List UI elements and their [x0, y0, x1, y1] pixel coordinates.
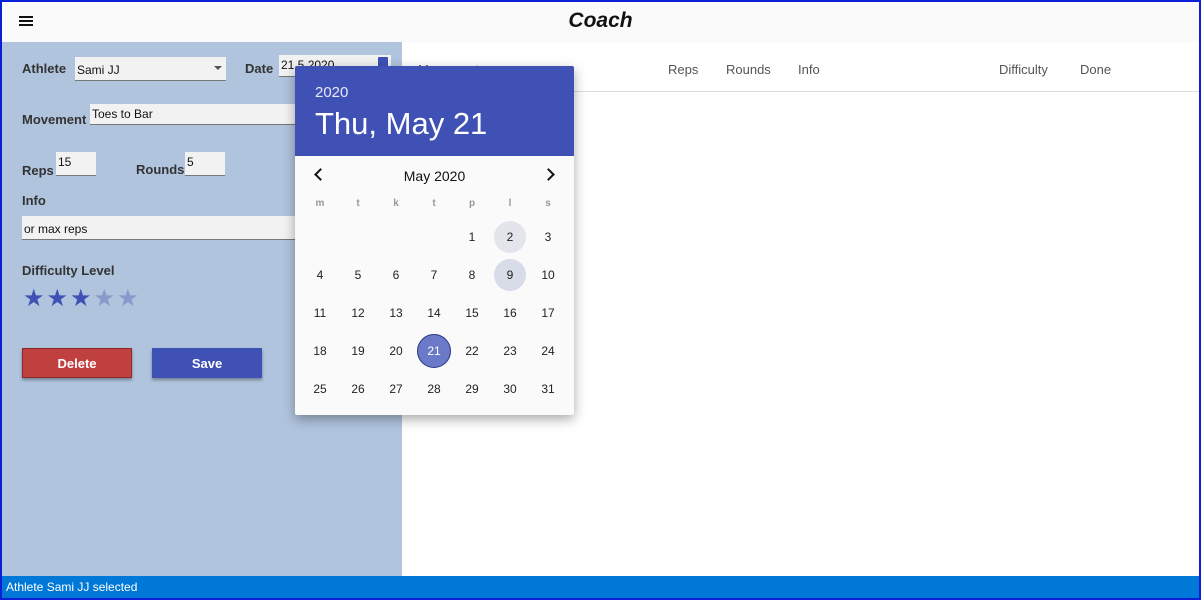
- athlete-select[interactable]: Sami JJ: [75, 57, 226, 81]
- app-header: Coach: [2, 2, 1199, 42]
- save-button[interactable]: Save: [152, 348, 262, 378]
- weekday-label: s: [545, 198, 551, 209]
- star-icon[interactable]: ★: [70, 287, 92, 311]
- weekday-header: mtktpls: [301, 198, 567, 209]
- calendar-day[interactable]: 7: [415, 256, 453, 294]
- column-info[interactable]: Info: [798, 62, 820, 77]
- picker-selected-date: Thu, May 21: [315, 106, 488, 141]
- calendar-day[interactable]: 2: [491, 218, 529, 256]
- weekday-label: k: [393, 198, 399, 209]
- info-label: Info: [22, 193, 46, 208]
- picker-year[interactable]: 2020: [315, 84, 348, 101]
- chevron-down-icon: [214, 66, 222, 70]
- calendar-day[interactable]: 28: [415, 370, 453, 408]
- picker-month-label: May 2020: [403, 168, 466, 184]
- calendar-day[interactable]: 11: [301, 294, 339, 332]
- column-rounds[interactable]: Rounds: [726, 62, 771, 77]
- calendar-day[interactable]: 13: [377, 294, 415, 332]
- status-bar: Athlete Sami JJ selected: [2, 576, 1199, 598]
- column-difficulty[interactable]: Difficulty: [999, 62, 1048, 77]
- weekday-label: t: [432, 198, 436, 209]
- calendar-day[interactable]: 10: [529, 256, 567, 294]
- calendar-day[interactable]: 18: [301, 332, 339, 370]
- day-grid: 1 2 3 4 5 6 7 8 9 10 11 12 13 14 15 16 17 18 19 20 21 22 23 24 2…: [301, 218, 567, 408]
- calendar-day[interactable]: 9: [491, 256, 529, 294]
- difficulty-label: Difficulty Level: [22, 263, 115, 278]
- app-window: Coach Athlete Sami JJ Date 21.5.2020 Mov…: [0, 0, 1201, 600]
- column-reps[interactable]: Reps: [668, 62, 698, 77]
- rounds-field[interactable]: 5: [185, 152, 225, 176]
- star-icon[interactable]: ★: [23, 287, 45, 311]
- calendar-day[interactable]: 19: [339, 332, 377, 370]
- calendar-day[interactable]: 16: [491, 294, 529, 332]
- delete-button[interactable]: Delete: [22, 348, 132, 378]
- calendar-day[interactable]: 3: [529, 218, 567, 256]
- calendar-day[interactable]: 31: [529, 370, 567, 408]
- calendar-day[interactable]: 29: [453, 370, 491, 408]
- star-icon[interactable]: ★: [117, 287, 139, 311]
- calendar-empty-cell: [301, 218, 339, 256]
- reps-label: Reps: [22, 163, 54, 178]
- calendar-day[interactable]: 30: [491, 370, 529, 408]
- star-icon[interactable]: ★: [94, 287, 116, 311]
- calendar-day[interactable]: 1: [453, 218, 491, 256]
- calendar-empty-cell: [339, 218, 377, 256]
- date-picker-header: 2020 Thu, May 21: [295, 66, 574, 156]
- calendar-day[interactable]: 20: [377, 332, 415, 370]
- calendar-day[interactable]: 15: [453, 294, 491, 332]
- date-picker-popup: 2020 Thu, May 21 May 2020 mtktpls 123456…: [295, 66, 574, 415]
- weekday-label: m: [315, 198, 325, 209]
- calendar-day[interactable]: 21: [415, 332, 453, 370]
- calendar-day[interactable]: 14: [415, 294, 453, 332]
- calendar-day[interactable]: 5: [339, 256, 377, 294]
- star-icon[interactable]: ★: [47, 287, 69, 311]
- calendar-empty-cell: [377, 218, 415, 256]
- weekday-label: t: [356, 198, 360, 209]
- chevron-right-icon[interactable]: [542, 167, 558, 183]
- calendar-day[interactable]: 27: [377, 370, 415, 408]
- app-title: Coach: [568, 9, 633, 32]
- difficulty-rating[interactable]: ★ ★ ★ ★ ★: [23, 287, 139, 311]
- calendar-day[interactable]: 4: [301, 256, 339, 294]
- calendar-day[interactable]: 22: [453, 332, 491, 370]
- calendar-day[interactable]: 23: [491, 332, 529, 370]
- calendar-day[interactable]: 6: [377, 256, 415, 294]
- date-label: Date: [245, 61, 274, 76]
- calendar-day[interactable]: 17: [529, 294, 567, 332]
- athlete-select-value: Sami JJ: [77, 63, 120, 77]
- weekday-label: p: [468, 198, 476, 209]
- athlete-label: Athlete: [22, 61, 67, 76]
- calendar-day[interactable]: 25: [301, 370, 339, 408]
- calendar-day[interactable]: 26: [339, 370, 377, 408]
- rounds-label: Rounds: [136, 162, 185, 177]
- calendar-empty-cell: [415, 218, 453, 256]
- column-done[interactable]: Done: [1080, 62, 1111, 77]
- movement-label: Movement: [22, 112, 87, 127]
- calendar-day[interactable]: 24: [529, 332, 567, 370]
- reps-field[interactable]: 15: [56, 152, 96, 176]
- calendar-day[interactable]: 8: [453, 256, 491, 294]
- calendar-day[interactable]: 12: [339, 294, 377, 332]
- weekday-label: l: [508, 198, 512, 209]
